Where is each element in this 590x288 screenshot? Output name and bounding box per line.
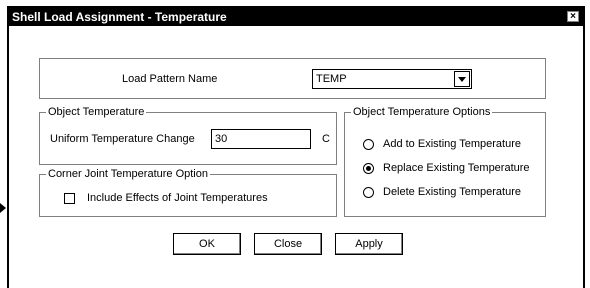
delete-temperature-radio[interactable] xyxy=(363,187,374,198)
ok-button[interactable]: OK xyxy=(173,233,241,255)
add-temperature-label[interactable]: Add to Existing Temperature xyxy=(383,137,521,151)
temperature-change-label: Uniform Temperature Change xyxy=(50,133,195,145)
object-temperature-group: Object Temperature Uniform Temperature C… xyxy=(39,105,337,165)
joint-temperature-checkbox[interactable] xyxy=(64,193,75,204)
joint-temperature-label[interactable]: Include Effects of Joint Temperatures xyxy=(87,191,268,205)
close-window-button[interactable]: × xyxy=(567,11,579,22)
load-pattern-group: Load Pattern Name TEMP xyxy=(39,58,546,99)
temperature-options-group: Object Temperature Options Add to Existi… xyxy=(344,105,546,217)
title-bar[interactable]: Shell Load Assignment - Temperature × xyxy=(9,8,583,26)
dropdown-arrow-button[interactable] xyxy=(454,71,470,87)
shell-load-dialog: Shell Load Assignment - Temperature × Lo… xyxy=(7,6,585,288)
chevron-down-icon xyxy=(458,77,466,82)
apply-button[interactable]: Apply xyxy=(335,233,403,255)
pointer-arrow-icon xyxy=(0,203,6,213)
replace-temperature-label[interactable]: Replace Existing Temperature xyxy=(383,161,530,175)
temperature-change-field[interactable] xyxy=(212,130,310,148)
radio-selected-dot xyxy=(366,166,371,171)
close-button[interactable]: Close xyxy=(254,233,322,255)
add-temperature-radio[interactable] xyxy=(363,139,374,150)
delete-temperature-label[interactable]: Delete Existing Temperature xyxy=(383,185,521,199)
load-pattern-value: TEMP xyxy=(316,73,347,85)
corner-joint-legend: Corner Joint Temperature Option xyxy=(46,167,210,181)
load-pattern-dropdown[interactable]: TEMP xyxy=(312,69,472,89)
replace-temperature-radio[interactable] xyxy=(363,163,374,174)
temperature-change-input[interactable] xyxy=(211,129,311,149)
temperature-options-legend: Object Temperature Options xyxy=(351,105,493,119)
temperature-unit-label: C xyxy=(322,133,330,145)
dialog-title: Shell Load Assignment - Temperature xyxy=(12,10,227,24)
corner-joint-group: Corner Joint Temperature Option Include … xyxy=(39,167,337,217)
load-pattern-label: Load Pattern Name xyxy=(122,73,218,85)
object-temperature-legend: Object Temperature xyxy=(46,105,147,119)
